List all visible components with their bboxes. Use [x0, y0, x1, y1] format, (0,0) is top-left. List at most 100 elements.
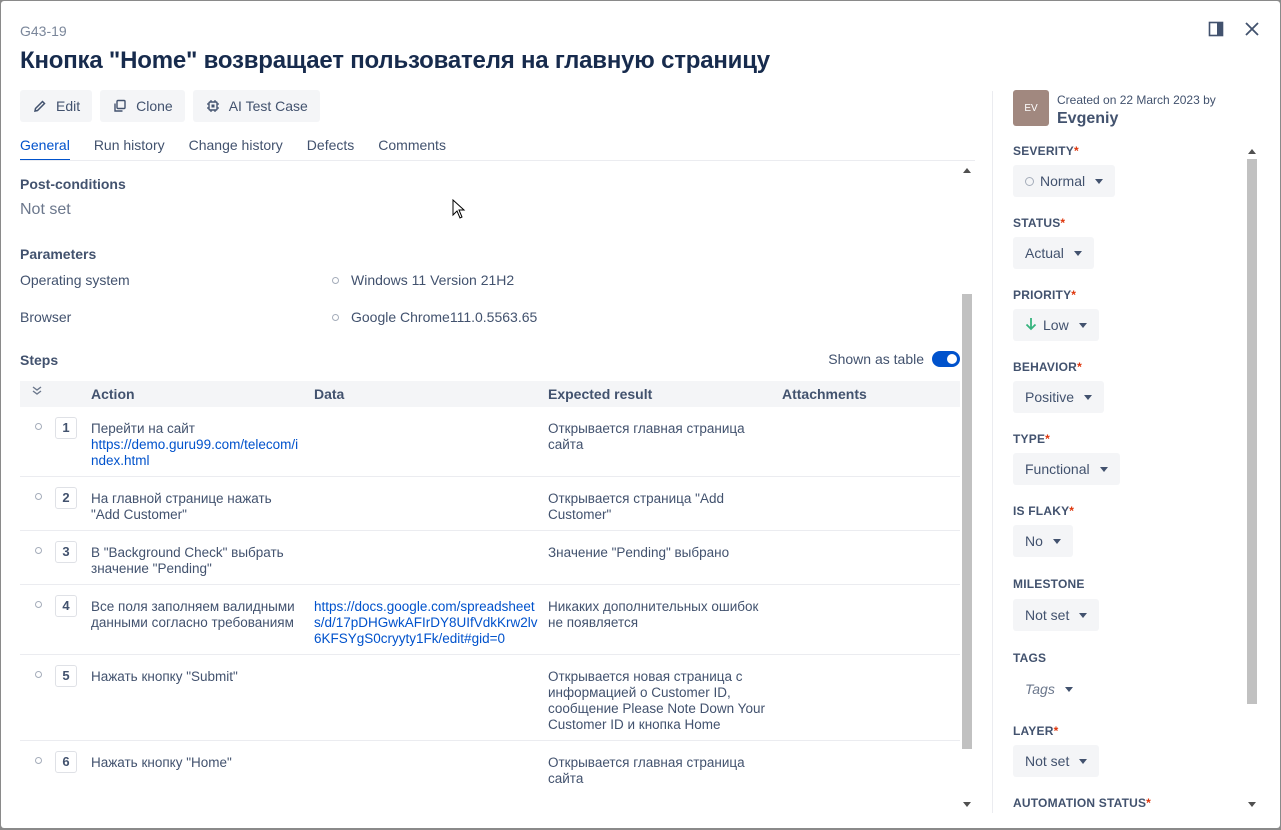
step-number: 1 [55, 417, 77, 439]
scroll-down-icon[interactable] [963, 802, 971, 807]
priority-select[interactable]: Low [1013, 309, 1099, 341]
step-expected: Открывается главная страница сайта [548, 755, 745, 786]
step-expected: Значение "Pending" выбрано [548, 545, 730, 560]
copy-icon [112, 98, 128, 114]
behavior-label: BEHAVIOR* [1013, 360, 1082, 374]
scroll-up-icon[interactable] [963, 168, 971, 173]
chevron-down-icon [1064, 686, 1073, 692]
milestone-select[interactable]: Not set [1013, 599, 1100, 631]
tab-general[interactable]: General [20, 137, 70, 161]
created-by[interactable]: Evgeniy [1057, 110, 1216, 128]
panel-divider [992, 91, 993, 813]
param-label-browser: Browser [20, 309, 72, 325]
details-sidebar: EV Created on 22 March 2023 by Evgeniy S… [1013, 90, 1243, 815]
tags-select[interactable]: Tags [1013, 673, 1085, 705]
layer-value: Not set [1025, 753, 1070, 769]
tabs-divider [20, 160, 975, 161]
tab-defects[interactable]: Defects [307, 137, 354, 161]
close-icon[interactable] [1242, 19, 1262, 39]
arrow-down-icon [1025, 317, 1037, 334]
circle-icon [35, 547, 42, 554]
layer-select[interactable]: Not set [1013, 745, 1100, 777]
circle-icon [35, 423, 42, 430]
collapse-all-icon[interactable] [31, 384, 45, 398]
flaky-value: No [1025, 533, 1043, 549]
tab-bar: General Run history Change history Defec… [20, 137, 446, 161]
chevron-down-icon [1084, 394, 1093, 400]
created-date: Created on 22 March 2023 by [1057, 93, 1216, 107]
scroll-up-icon[interactable] [1248, 149, 1256, 154]
table-row[interactable]: 6 Нажать кнопку "Home" Открывается главн… [20, 741, 960, 801]
table-row[interactable]: 3 В "Background Check" выбрать значение … [20, 531, 960, 585]
table-row[interactable]: 1 Перейти на сайт https://demo.guru99.co… [20, 407, 960, 477]
step-action: Все поля заполняем валидными данными сог… [91, 599, 295, 630]
status-value: Actual [1025, 245, 1064, 261]
chevron-down-icon [1099, 466, 1108, 472]
edit-label: Edit [56, 98, 81, 114]
edit-button[interactable]: Edit [20, 90, 93, 122]
header-action: Action [91, 386, 135, 402]
test-case-modal: G43-19 Кнопка "Home" возвращает пользова… [1, 1, 1280, 828]
step-action: В "Background Check" выбрать значение "P… [91, 545, 284, 576]
created-text-block: Created on 22 March 2023 by Evgeniy [1057, 90, 1216, 128]
step-expected: Открывается новая страница с информацией… [548, 669, 765, 732]
step-expected: Открывается страница "Add Customer" [548, 491, 724, 522]
parameters-title: Parameters [20, 246, 97, 262]
tab-comments[interactable]: Comments [378, 137, 446, 161]
severity-value: Normal [1040, 173, 1086, 189]
shown-as-table-control: Shown as table [828, 351, 960, 367]
behavior-select[interactable]: Positive [1013, 381, 1105, 413]
issue-key[interactable]: G43-19 [20, 23, 67, 39]
flaky-select[interactable]: No [1013, 525, 1073, 557]
step-number: 2 [55, 487, 77, 509]
header-expected: Expected result [548, 386, 653, 402]
chevron-down-icon [1052, 538, 1061, 544]
ai-label: AI Test Case [228, 98, 308, 114]
tab-change-history[interactable]: Change history [189, 137, 283, 161]
clone-button[interactable]: Clone [100, 90, 185, 122]
chevron-down-icon [1073, 250, 1082, 256]
step-action: Нажать кнопку "Home" [91, 755, 232, 770]
clone-label: Clone [136, 98, 173, 114]
table-row[interactable]: 2 На главной странице нажать "Add Custom… [20, 477, 960, 531]
tab-run-history[interactable]: Run history [94, 137, 165, 161]
chip-icon [205, 98, 221, 114]
layer-label: LAYER* [1013, 724, 1059, 738]
table-row[interactable]: 4 Все поля заполняем валидными данными с… [20, 585, 960, 655]
step-action-link[interactable]: https://demo.guru99.com/telecom/index.ht… [91, 437, 301, 469]
table-header: Action Data Expected result Attachments [20, 381, 960, 407]
behavior-value: Positive [1025, 389, 1075, 405]
chevron-down-icon [1079, 612, 1088, 618]
status-select[interactable]: Actual [1013, 237, 1094, 269]
circle-icon [35, 757, 42, 764]
steps-table: Action Data Expected result Attachments … [20, 381, 960, 801]
sidebar-toggle-icon[interactable] [1206, 19, 1226, 39]
severity-select[interactable]: Normal [1013, 165, 1116, 197]
shown-as-table-toggle[interactable] [932, 351, 960, 367]
sidebar-scrollbar-thumb[interactable] [1247, 159, 1257, 704]
type-label: TYPE* [1013, 432, 1051, 446]
flaky-label: IS FLAKY* [1013, 504, 1075, 518]
step-number: 4 [55, 595, 77, 617]
circle-icon [1025, 176, 1034, 186]
step-data-link[interactable]: https://docs.google.com/spreadsheets/d/1… [314, 599, 539, 647]
steps-title: Steps [20, 352, 59, 368]
milestone-label: MILESTONE [1013, 577, 1085, 591]
avatar: EV [1013, 90, 1049, 126]
circle-icon [332, 313, 339, 321]
table-row[interactable]: 5 Нажать кнопку "Submit" Открывается нов… [20, 655, 960, 741]
pencil-icon [32, 98, 48, 114]
type-select[interactable]: Functional [1013, 453, 1120, 485]
step-action: На главной странице нажать "Add Customer… [91, 491, 272, 522]
automation-status-label: AUTOMATION STATUS* [1013, 796, 1152, 810]
postconditions-value[interactable]: Not set [20, 201, 71, 219]
general-panel: Post-conditions Not set Parameters Opera… [20, 164, 960, 814]
step-action-text: Перейти на сайт [91, 421, 195, 436]
step-action: Перейти на сайт https://demo.guru99.com/… [91, 421, 301, 469]
header-attachments: Attachments [782, 386, 867, 402]
scroll-down-icon[interactable] [1248, 802, 1256, 807]
tags-value: Tags [1025, 681, 1055, 697]
ai-test-case-button[interactable]: AI Test Case [192, 90, 320, 122]
chevron-down-icon [1079, 758, 1088, 764]
content-scrollbar-thumb[interactable] [962, 294, 972, 749]
